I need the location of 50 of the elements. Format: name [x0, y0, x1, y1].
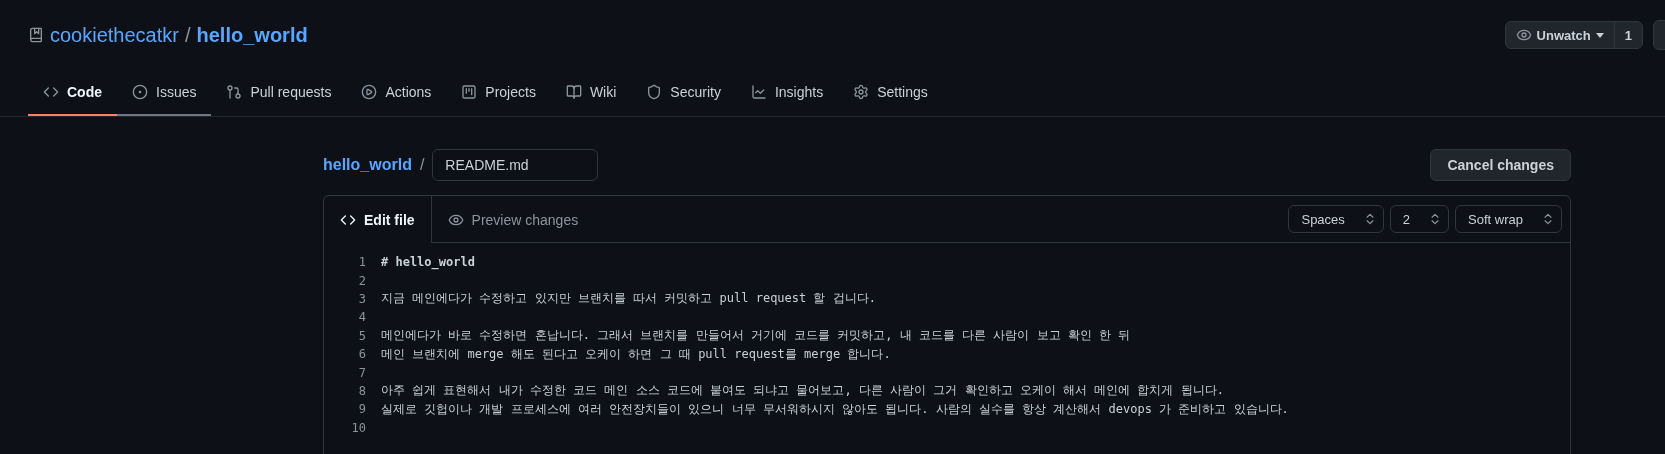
editor-tab[interactable]: Preview changes [431, 196, 595, 243]
path-separator: / [184, 23, 191, 47]
unwatch-button[interactable]: Unwatch 1 [1504, 21, 1643, 49]
line-number: 5 [357, 328, 366, 343]
line-number: 1 [357, 255, 366, 270]
shield-icon [646, 84, 663, 100]
filename-field[interactable]: README.md [432, 149, 599, 181]
line-number: 8 [357, 383, 366, 398]
line-number: 2 [357, 273, 366, 288]
repo-tab[interactable]: Settings [838, 70, 943, 116]
code-line: 메인 브랜치에 merge 해도 된다고 오케이 하면 그 때 pull request를 merge 합니다. [381, 345, 891, 363]
line-number: 6 [357, 347, 366, 362]
line-number: 7 [357, 365, 366, 380]
repo-tab[interactable]: Code [28, 70, 117, 116]
editor-select[interactable]: 2 [1389, 205, 1450, 233]
cancel-changes-button[interactable]: Cancel changes [1430, 149, 1571, 181]
path-separator: / [419, 156, 425, 174]
repo-tab[interactable]: Issues [117, 70, 212, 116]
repo-link[interactable]: hello_world [323, 156, 412, 174]
code-line: 아주 쉽게 표현해서 내가 수정한 코드 메인 소스 코드에 붙여도 되냐고 물어보고, 다른 사람이 그거 확인하고 오케이 해서 메인에 합치게 됩니다. [381, 382, 1224, 400]
editor-select[interactable]: Spaces [1288, 205, 1384, 233]
kanban-icon [461, 84, 478, 100]
code-line: 실제로 깃헙이나 개발 프로세스에 여러 안전장치들이 있으니 너무 무서워하시지 않아도 됩니다. 사람의 실수를 항상 계산해서 devops 가 준비하고 있습니다. [381, 400, 1289, 418]
repo-tab[interactable]: Security [631, 70, 736, 116]
repo-name-link[interactable]: hello_world [196, 23, 308, 47]
editor-select[interactable]: Soft wrap [1455, 205, 1562, 233]
repo-owner-link[interactable]: cookiethecatkr [50, 23, 179, 47]
line-number: 4 [357, 310, 366, 325]
chart-icon [750, 84, 767, 100]
play-icon [361, 84, 378, 100]
repo-icon [28, 27, 44, 43]
eye-icon [1515, 27, 1532, 43]
code-line: # hello_world [381, 255, 475, 270]
line-number: 3 [357, 291, 366, 306]
repo-tab[interactable]: Insights [735, 70, 839, 116]
code-line: 지금 메인에다가 수정하고 있지만 브랜치를 따서 커밋하고 pull request 할 겁니다. [381, 290, 876, 308]
line-number: 10 [350, 420, 366, 435]
line-number: 9 [357, 402, 366, 417]
caret-icon [1595, 32, 1604, 38]
code-line: 메인에다가 바로 수정하면 혼납니다. 그래서 브랜치를 만들어서 거기에 코드를 커밋하고, 내 코드를 다른 사람이 보고 확인 한 뒤 [381, 327, 1131, 345]
settings-icon [853, 84, 870, 100]
code-icon [43, 84, 59, 100]
repo-tab[interactable]: Projects [446, 70, 551, 116]
book-icon [565, 84, 582, 100]
pull-request-icon [226, 84, 243, 100]
repo-tab[interactable]: Actions [346, 70, 447, 116]
circle-dot-icon [132, 84, 148, 100]
repo-tab[interactable]: Wiki [550, 70, 632, 116]
editor-tab[interactable]: Edit file [324, 196, 432, 243]
repo-tab[interactable]: Pull requests [211, 70, 347, 116]
